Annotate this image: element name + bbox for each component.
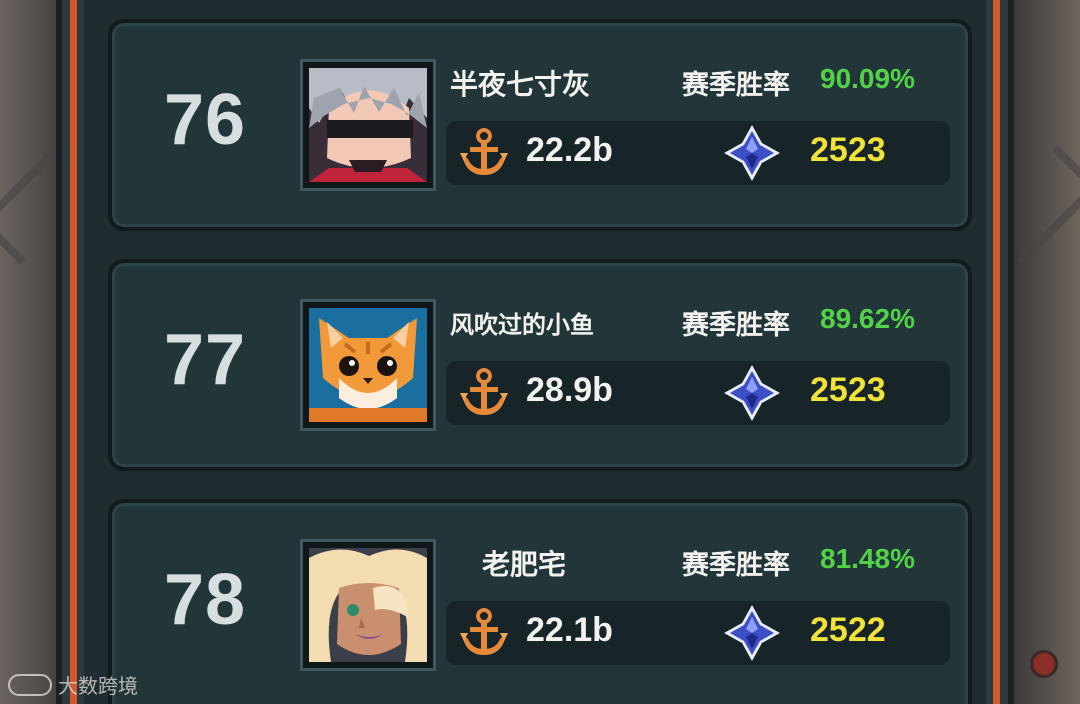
- player-name: 风吹过的小鱼: [450, 311, 594, 339]
- blonde-eyepatch-avatar-icon: [309, 548, 427, 662]
- rank-number: 76: [164, 80, 247, 160]
- blue-crystal-icon: [724, 365, 780, 421]
- score-value: 2523: [810, 131, 886, 169]
- leaderboard-row[interactable]: 76 半夜七寸灰 赛季胜率 90.09% 22.2b 2523: [108, 19, 972, 231]
- anchor-icon: [460, 128, 508, 175]
- power-value: 28.9b: [526, 371, 613, 409]
- player-avatar[interactable]: [300, 59, 436, 191]
- score-value: 2522: [810, 611, 886, 649]
- leaderboard-row[interactable]: 77 风吹过的小鱼 赛季胜率 89.62% 28.9b 2523: [108, 259, 972, 471]
- rank-number: 77: [164, 320, 247, 400]
- stats-bar: 28.9b 2523: [446, 361, 950, 425]
- masked-silver-hair-avatar-icon: [309, 68, 427, 182]
- background-left: [0, 0, 99, 704]
- watermark: 大数跨境: [8, 670, 138, 699]
- season-winrate-value: 90.09%: [820, 63, 915, 94]
- power-value: 22.2b: [526, 131, 613, 169]
- season-winrate-label: 赛季胜率: [682, 70, 790, 101]
- anchor-icon: [460, 608, 508, 655]
- watermark-text: 大数跨境: [58, 674, 138, 698]
- orange-cat-avatar-icon: [309, 308, 427, 422]
- season-winrate-value: 89.62%: [820, 303, 915, 334]
- blue-crystal-icon: [724, 605, 780, 661]
- leaderboard-row[interactable]: 78 老肥宅 赛季胜率 81.48% 22.1b 2522: [108, 499, 972, 704]
- score-value: 2523: [810, 371, 886, 409]
- red-knob-icon: [1030, 650, 1058, 678]
- player-avatar[interactable]: [300, 299, 436, 431]
- season-winrate-value: 81.48%: [820, 543, 915, 574]
- player-name: 老肥宅: [482, 548, 567, 581]
- power-value: 22.1b: [526, 611, 613, 649]
- player-avatar[interactable]: [300, 539, 436, 671]
- stats-bar: 22.2b 2523: [446, 121, 950, 185]
- background-right: [979, 0, 1080, 704]
- player-name: 半夜七寸灰: [450, 68, 591, 101]
- rank-number: 78: [164, 560, 247, 640]
- season-winrate-label: 赛季胜率: [682, 550, 790, 581]
- blue-crystal-icon: [724, 125, 780, 181]
- watermark-logo-icon: [8, 673, 52, 696]
- stats-bar: 22.1b 2522: [446, 601, 950, 665]
- season-winrate-label: 赛季胜率: [682, 310, 790, 341]
- anchor-icon: [460, 368, 508, 415]
